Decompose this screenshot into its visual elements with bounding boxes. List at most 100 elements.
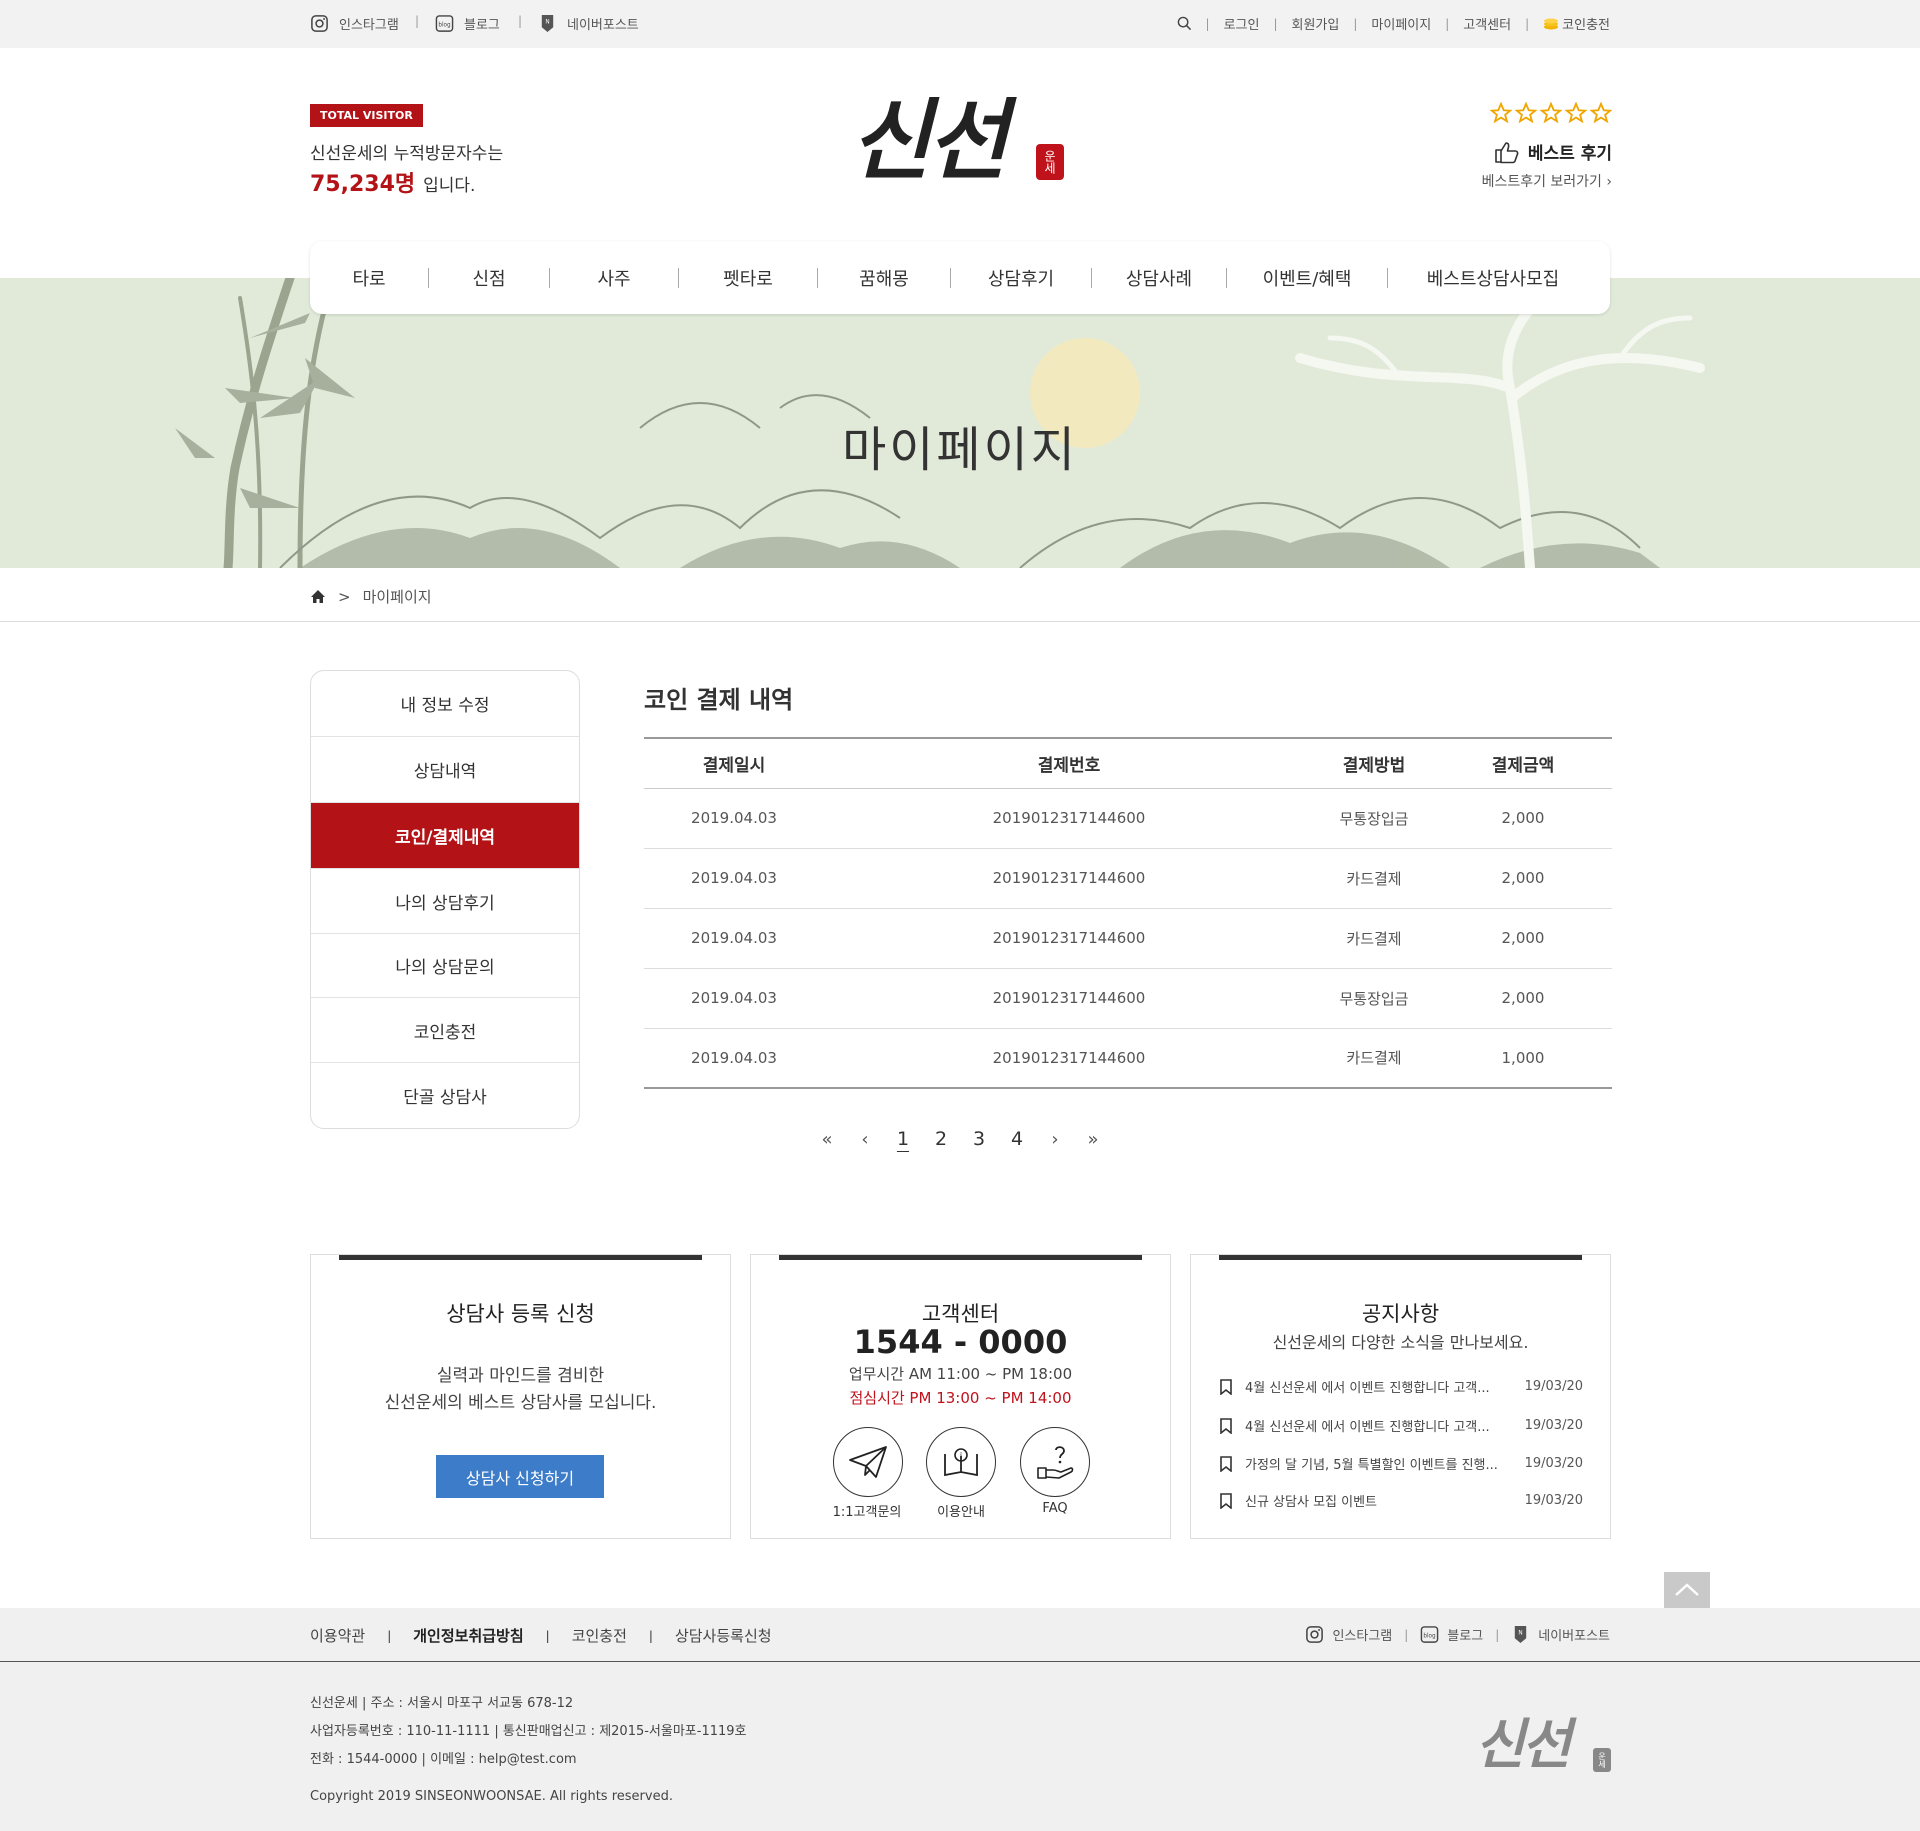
blog-link[interactable]: blog 블로그 [435,14,500,33]
paper-plane-icon [849,1446,887,1478]
notice-item[interactable]: 4월 신선운세 에서 이벤트 진행합니다 고객... 19/03/20 [1219,1416,1583,1435]
cell-method: 무통장입금 [1314,788,1434,849]
cell-method: 카드결제 [1314,848,1434,909]
logo-stamp: 운세 [1036,144,1064,180]
prev-page-icon[interactable]: ‹ [846,1129,884,1150]
privacy-link[interactable]: 개인정보취급방침 [413,1625,523,1646]
page-4[interactable]: 4 [998,1128,1036,1150]
divider: | [1495,1627,1500,1642]
nav-shinjeom[interactable]: 신점 [429,265,549,291]
nav-tarot[interactable]: 타로 [310,265,428,291]
nav-dream[interactable]: 꿈해몽 [818,265,950,291]
recruit-title: 상담사 등록 신청 [446,1302,595,1326]
page-1[interactable]: 1 [884,1128,922,1150]
side-item-edit-profile[interactable]: 내 정보 수정 [311,671,579,737]
table-header-row: 결제일시 결제번호 결제방법 결제금액 [644,737,1612,789]
customer-center-link[interactable]: 고객센터 [1463,14,1511,33]
payment-table: 결제일시 결제번호 결제방법 결제금액 2019.04.03 201901231… [644,737,1612,1089]
instagram-link[interactable]: 인스타그램 [310,14,399,33]
divider: | [518,14,523,28]
page-3[interactable]: 3 [960,1128,998,1150]
cell-date: 2019.04.03 [644,908,824,969]
home-icon[interactable] [310,589,326,604]
side-item-favorite-counselor[interactable]: 단골 상담사 [311,1063,579,1128]
visitor-suffix: 입니다. [423,176,476,196]
instagram-icon [311,15,328,32]
page-2[interactable]: 2 [922,1128,960,1150]
mypage-link[interactable]: 마이페이지 [1371,14,1431,33]
cell-amount: 2,000 [1434,908,1612,969]
naver-post-link[interactable]: N 네이버포스트 [538,14,639,33]
nav-saju[interactable]: 사주 [550,265,678,291]
login-link[interactable]: 로그인 [1224,14,1260,33]
coin-charge-label: 코인충전 [1562,18,1610,33]
side-item-consult-history[interactable]: 상담내역 [311,737,579,803]
inquiry-button[interactable] [833,1427,903,1497]
notice-item[interactable]: 신규 상담사 모집 이벤트 19/03/20 [1219,1491,1583,1510]
search-icon[interactable] [1177,16,1192,31]
svg-text:i: i [960,1451,962,1460]
top-links: | 로그인 | 회원가입 | 마이페이지 | 고객센터 | 코인충전 [1177,14,1610,33]
blog-label: 블로그 [464,18,500,33]
divider: | [1353,16,1358,31]
signup-link[interactable]: 회원가입 [1292,14,1340,33]
notice-date: 19/03/20 [1524,1379,1583,1394]
instagram-icon [1306,1626,1324,1643]
recruit-desc-line1: 실력과 마인드를 겸비한 [436,1366,605,1386]
blog-icon: blog [435,15,454,32]
footer-blog-link[interactable]: blog 블로그 [1420,1625,1483,1644]
nav-reviews[interactable]: 상담후기 [951,265,1091,291]
footer-instagram-link[interactable]: 인스타그램 [1305,1625,1392,1644]
first-page-icon[interactable]: « [808,1129,846,1150]
apply-counselor-button[interactable]: 상담사 신청하기 [436,1455,604,1498]
star-icon [1515,102,1537,124]
bookmark-icon [1220,1492,1232,1509]
footer-coin-charge-link[interactable]: 코인충전 [572,1625,627,1646]
box-top-line [339,1255,702,1260]
divider: | [415,14,420,28]
breadcrumb-current: 마이페이지 [362,588,432,606]
notice-subtitle: 신선운세의 다양한 소식을 만나보세요. [1272,1333,1529,1352]
cell-date: 2019.04.03 [644,788,824,849]
last-page-icon[interactable]: » [1074,1129,1112,1150]
visitor-count-line: 75,234명 입니다. [310,166,475,198]
terms-link[interactable]: 이용약관 [310,1625,365,1646]
section-title: 코인 결제 내역 [644,686,794,714]
svg-text:blog: blog [1424,1633,1437,1639]
notice-item[interactable]: 4월 신선운세 에서 이벤트 진행합니다 고객... 19/03/20 [1219,1377,1583,1396]
divider: | [1273,16,1278,31]
nav-events[interactable]: 이벤트/혜택 [1227,265,1387,291]
nav-pet-tarot[interactable]: 펫타로 [679,265,817,291]
footer-logo: 신선 운세 [1475,1712,1615,1782]
footer-recruit-link[interactable]: 상담사등록신청 [675,1625,772,1646]
svg-text:N: N [1519,1631,1523,1637]
best-review-link[interactable]: 베스트후기 보러가기 › [1482,171,1612,191]
footer-naver-post-link[interactable]: N 네이버포스트 [1511,1625,1610,1644]
main-nav: 타로 신점 사주 펫타로 꿈해몽 상담후기 상담사례 이벤트/혜택 베스트상담사… [310,241,1610,314]
side-item-my-inquiries[interactable]: 나의 상담문의 [311,934,579,998]
notice-item[interactable]: 가정의 달 기념, 5월 특별할인 이벤트를 진행... 19/03/20 [1219,1454,1583,1473]
guide-button[interactable]: i [926,1427,996,1497]
side-menu: 내 정보 수정 상담내역 코인/결제내역 나의 상담후기 나의 상담문의 코인충… [310,670,580,1129]
faq-button[interactable] [1020,1427,1090,1497]
nav-cases[interactable]: 상담사례 [1092,265,1226,291]
breadcrumb-separator: > [338,587,351,606]
hero-title: 마이페이지 [842,422,1078,478]
divider: | [387,1628,392,1643]
thumbs-up-icon [1495,141,1519,163]
side-item-my-reviews[interactable]: 나의 상담후기 [311,869,579,934]
side-item-coin-charge[interactable]: 코인충전 [311,998,579,1063]
notice-text: 가정의 달 기념, 5월 특별할인 이벤트를 진행... [1245,1458,1498,1473]
coin-charge-link[interactable]: 코인충전 [1543,14,1610,33]
col-date: 결제일시 [644,737,824,789]
col-number: 결제번호 [824,737,1314,789]
best-review-label: 베스트 후기 [1527,144,1612,164]
naver-post-icon: N [1515,1625,1527,1644]
scroll-to-top-button[interactable] [1664,1572,1710,1608]
visitor-count: 75,234명 [310,172,416,197]
nav-recruit[interactable]: 베스트상담사모집 [1388,265,1598,291]
next-page-icon[interactable]: › [1036,1129,1074,1150]
divider: | [1404,1627,1409,1642]
side-item-coin-payment[interactable]: 코인/결제내역 [311,803,579,869]
site-logo[interactable]: 신선 운세 [850,90,1070,200]
